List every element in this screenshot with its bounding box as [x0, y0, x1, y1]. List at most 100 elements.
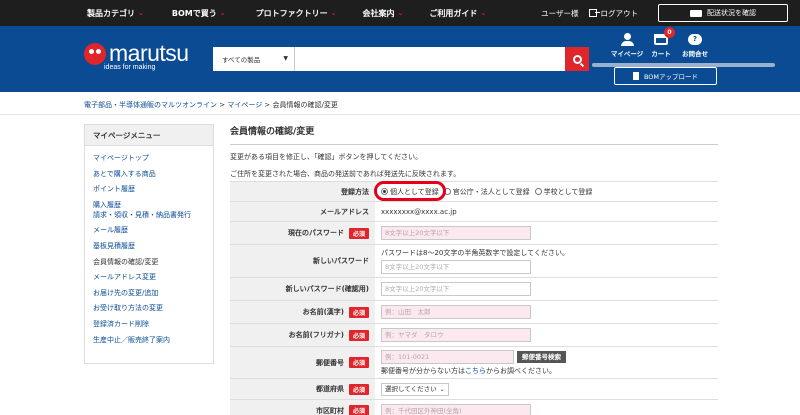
sidebar-item-purchases[interactable]: 購入履歴 請求・領収・見積・納品書発行: [93, 200, 213, 220]
sidebar-title: マイページメニュー: [85, 125, 213, 146]
radio-dot: [534, 188, 542, 195]
row-zip: 郵便番号 必須 例：101-0021 郵便番号検索 郵便番号が分からない方はこちら…: [230, 347, 718, 379]
sidebar-item-label: 購入履歴: [93, 200, 121, 209]
nav-bom[interactable]: BOMで買う ⌄: [172, 8, 226, 19]
bom-upload-label: BOMアップロード: [643, 73, 699, 81]
breadcrumb-sep: >: [217, 101, 228, 109]
top-right: ユーザー様 ログアウト 配送状況を確認: [541, 0, 800, 26]
nav-product-category[interactable]: 製品カテゴリ ⌄: [87, 8, 144, 19]
label: 新しいパスワード: [230, 245, 375, 277]
sidebar-item-cards[interactable]: 登録済カード削除: [93, 319, 213, 329]
chevron-down-icon: ⌄: [397, 9, 404, 17]
row-name-kana: お名前(フリガナ) 必須 例：ヤマダ タロウ: [230, 324, 718, 347]
page-title: 会員情報の確認/変更: [230, 127, 315, 137]
logo-mark-icon: [84, 42, 106, 65]
zip-lookup-link[interactable]: こちら: [465, 367, 486, 375]
search-input[interactable]: [295, 47, 565, 71]
search-button[interactable]: [565, 47, 589, 71]
shipping-status-label: 配送状況を確認: [707, 9, 756, 17]
required-badge: 必須: [348, 405, 369, 415]
sidebar-item-mail[interactable]: メール履歴: [93, 225, 213, 235]
header-icons: マイページ 0 カート ? お問合せ: [610, 27, 712, 58]
required-badge: 必須: [348, 227, 369, 239]
nav-label: BOMで買う: [171, 8, 217, 18]
logout-link[interactable]: ログアウト: [588, 8, 639, 19]
email-value: xxxxxxxx@xxxx.ac.jp: [381, 207, 457, 216]
row-name-kanji: お名前(漢字) 必須 例：山田 太郎: [230, 301, 718, 324]
radio-school[interactable]: 学校として登録: [534, 187, 593, 197]
bom-upload-button[interactable]: BOMアップロード: [614, 67, 717, 85]
sidebar-item-receive[interactable]: お受け取り方法の変更: [93, 303, 213, 313]
mypage-label: マイページ: [610, 50, 644, 58]
sidebar-item-email-change[interactable]: メールアドレス変更: [93, 272, 213, 282]
label: 都道府県: [315, 385, 344, 393]
radio-corporate[interactable]: 官公庁・法人として登録: [443, 187, 530, 197]
zip-input[interactable]: 例：101-0021: [381, 349, 514, 364]
name-kanji-input[interactable]: 例：山田 太郎: [381, 305, 531, 319]
required-badge: 必須: [348, 306, 369, 318]
sidebar-item-points[interactable]: ポイント履歴: [93, 184, 213, 194]
row-new-password: 新しいパスワード パスワードは8〜20文字の半角英数字で設定してください。 8文…: [230, 245, 718, 278]
divider: [0, 114, 800, 115]
intro-text-2: ご住所を変更された場合、商品の発送前であれば発送先に反映されます。: [230, 170, 461, 178]
logout-label: ログアウト: [600, 8, 639, 18]
nav-label: プロトファクトリー: [255, 8, 328, 18]
nav-company[interactable]: 会社案内 ⌄: [362, 8, 403, 19]
truck-icon: [690, 9, 702, 17]
shipping-status-button[interactable]: 配送状況を確認: [658, 4, 788, 22]
nav-guide[interactable]: ご利用ガイド ⌄: [429, 8, 486, 19]
current-password-input[interactable]: 8文字以上20文字以下: [381, 226, 531, 240]
sidebar-item-pcb[interactable]: 基板見積履歴: [93, 241, 213, 251]
mypage-link[interactable]: マイページ: [610, 30, 644, 58]
contact-link[interactable]: ? お問合せ: [678, 30, 712, 58]
search-icon: [572, 54, 582, 64]
site-logo[interactable]: marutsu: [84, 40, 189, 67]
member-form: 登録方法 個人として登録 官公庁・法人として登録 学校として登録 メールアドレス…: [230, 181, 718, 415]
row-email: メールアドレス xxxxxxxx@xxxx.ac.jp: [230, 202, 718, 222]
nav-proto-factory[interactable]: プロトファクトリー ⌄: [256, 8, 337, 19]
chevron-down-icon: ⌄: [330, 9, 337, 17]
new-password-input[interactable]: 8文字以上20文字以下: [381, 260, 531, 274]
name-kana-input[interactable]: 例：ヤマダ タロウ: [381, 328, 531, 342]
main-content: 会員情報の確認/変更 変更がある項目を修正し、「確認」ボタンを押してください。 …: [230, 124, 718, 179]
sidebar-item-saved[interactable]: あとで購入する商品: [93, 169, 213, 179]
breadcrumb-home[interactable]: 電子部品・半導体通販のマルツオンライン: [84, 101, 217, 109]
row-current-password: 現在のパスワード 必須 8文字以上20文字以下: [230, 222, 718, 245]
label: 現在のパスワード: [287, 229, 344, 237]
sidebar-item-member-info[interactable]: 会員情報の確認/変更: [93, 257, 213, 267]
required-badge: 必須: [348, 357, 369, 368]
radio-label: 学校として登録: [543, 187, 593, 196]
password-rule-note: パスワードは8〜20文字の半角英数字で設定してください。: [381, 249, 569, 257]
label: 新しいパスワード(確認用): [230, 278, 375, 300]
sidebar-item-discontinued[interactable]: 生産中止／販売終了案内: [93, 335, 213, 345]
sidebar-item-sublabel: 請求・領収・見積・納品書発行: [93, 210, 191, 219]
label: お名前(フリガナ): [288, 331, 344, 339]
user-name: ユーザー様: [541, 8, 579, 18]
breadcrumb-mypage[interactable]: マイページ: [227, 101, 262, 109]
breadcrumb-current: 会員情報の確認/変更: [272, 101, 338, 109]
breadcrumb-sep: >: [262, 101, 273, 109]
nav-label: 製品カテゴリ: [87, 8, 135, 18]
label: 郵便番号: [315, 358, 344, 367]
search-category-label: すべての製品: [222, 56, 261, 64]
zip-note-pre: 郵便番号が分からない方は: [381, 366, 465, 375]
prefecture-select[interactable]: 選択してください ⌄: [381, 382, 449, 396]
search-category-select[interactable]: すべての製品 ▼: [213, 47, 295, 71]
zip-search-button[interactable]: 郵便番号検索: [517, 350, 566, 363]
top-bar: 製品カテゴリ ⌄ BOMで買う ⌄ プロトファクトリー ⌄ 会社案内 ⌄ ご利用ガイド ⌄…: [0, 0, 800, 26]
row-reg-type: 登録方法 個人として登録 官公庁・法人として登録 学校として登録: [230, 182, 718, 202]
chat-icon: ?: [688, 33, 702, 45]
mypage-sidebar: マイページメニュー マイページトップ あとで購入する商品 ポイント履歴 購入履歴…: [84, 124, 214, 364]
confirm-password-input[interactable]: 8文字以上20文字以下: [381, 282, 531, 296]
highlight-annotation: [374, 181, 446, 201]
zip-note: 郵便番号が分からない方はこちらからお調べください。: [381, 366, 556, 376]
sidebar-item-mypage-top[interactable]: マイページトップ: [93, 153, 213, 163]
cart-link[interactable]: 0 カート: [644, 27, 678, 58]
city-input[interactable]: 例：千代田区外神田(全角): [381, 403, 531, 415]
row-city: 市区町村 必須 例：千代田区外神田(全角): [230, 400, 718, 415]
row-prefecture: 都道府県 必須 選択してください ⌄: [230, 379, 718, 400]
document-icon: [632, 72, 639, 80]
sidebar-item-address[interactable]: お届け先の変更/追加: [93, 288, 213, 298]
logo-text: marutsu: [109, 40, 189, 66]
nav-label: 会社案内: [362, 8, 395, 18]
